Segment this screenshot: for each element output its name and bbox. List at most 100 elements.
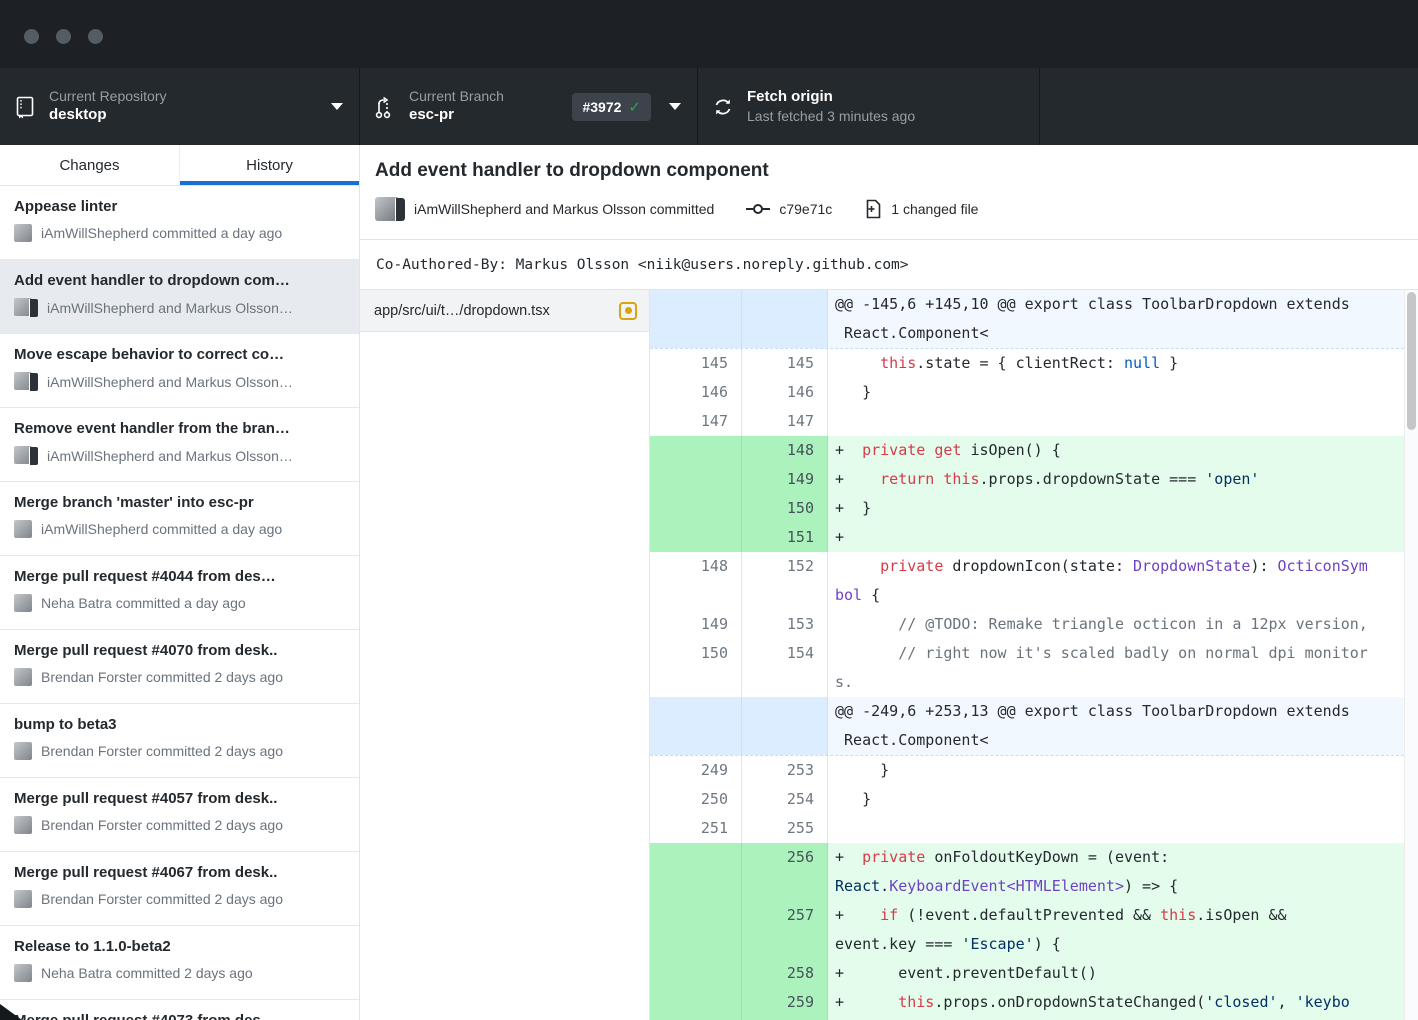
old-line-number (650, 290, 742, 348)
last-fetched-text: Last fetched 3 minutes ago (747, 108, 915, 126)
commit-list-item[interactable]: Merge branch 'master' into esc-priAmWill… (0, 482, 359, 556)
commit-list-item[interactable]: Move escape behavior to correct co…iAmWi… (0, 334, 359, 408)
tab-history[interactable]: History (180, 145, 359, 185)
tab-label: History (246, 157, 293, 174)
commit-item-meta: Brendan Forster committed 2 days ago (41, 891, 283, 907)
diff-added-line: 148+ private get isOpen() { (650, 436, 1404, 465)
diff-scrollbar-thumb[interactable] (1407, 292, 1416, 430)
diff-context-line: 251255 (650, 814, 1404, 843)
current-repository-name: desktop (49, 106, 167, 125)
current-repository-button[interactable]: Current Repository desktop (0, 68, 360, 145)
commit-item-meta: Neha Batra committed a day ago (41, 595, 246, 611)
diff-line-code: } (828, 378, 1404, 407)
diff-added-line: 259+ this.props.onDropdownStateChanged('… (650, 988, 1404, 1020)
diff-line-code: + event.preventDefault() (828, 959, 1404, 988)
old-line-number: 146 (650, 378, 742, 407)
fetch-origin-button[interactable]: Fetch origin Last fetched 3 minutes ago (698, 68, 1040, 145)
commit-author-avatar (14, 446, 38, 465)
old-line-number (650, 436, 742, 465)
diff-line-code: this.state = { clientRect: null } (828, 349, 1404, 378)
pull-request-status-badge[interactable]: #3972 ✓ (572, 93, 651, 121)
commit-summary-header: Add event handler to dropdown component … (360, 145, 1418, 240)
commit-list-item[interactable]: Appease linteriAmWillShepherd committed … (0, 186, 359, 260)
commit-message-body: Co-Authored-By: Markus Olsson <niik@user… (360, 240, 1418, 290)
commit-item-meta: Brendan Forster committed 2 days ago (41, 743, 283, 759)
traffic-lights (24, 29, 103, 44)
close-window-button[interactable] (24, 29, 39, 44)
commit-list-item[interactable]: Merge pull request #4070 from desk..Bren… (0, 630, 359, 704)
commit-item-title: Add event handler to dropdown com… (14, 272, 345, 289)
commit-author-avatar (14, 372, 38, 391)
new-line-number: 253 (742, 756, 828, 785)
diff-line-code (828, 407, 1404, 436)
new-line-number: 146 (742, 378, 828, 407)
diff-context-line: 147147 (650, 407, 1404, 436)
modified-file-status-icon (619, 302, 637, 320)
new-line-number: 256 (742, 843, 828, 901)
diff-hunk-header: @@ -249,6 +253,13 @@ export class Toolba… (650, 697, 1404, 756)
new-line-number: 255 (742, 814, 828, 843)
commit-list-item[interactable]: Merge pull request #4073 from des… (0, 1000, 359, 1020)
file-list-item[interactable]: app/src/ui/t…/dropdown.tsx (360, 290, 649, 332)
old-line-number (650, 523, 742, 552)
fetch-origin-label: Fetch origin (747, 88, 915, 107)
diff-line-code: + (828, 523, 1404, 552)
commit-author-avatar (14, 742, 32, 760)
commit-list-item[interactable]: bump to beta3 Brendan Forster committed 2… (0, 704, 359, 778)
commit-item-title: Merge pull request #4067 from desk.. (14, 864, 345, 881)
diff-added-line: 150+ } (650, 494, 1404, 523)
commit-item-title: bump to beta3 (14, 716, 345, 733)
commit-author-avatar (14, 298, 38, 317)
commit-list-item[interactable]: Release to 1.1.0-beta2Neha Batra committ… (0, 926, 359, 1000)
commit-item-title: Merge branch 'master' into esc-pr (14, 494, 345, 511)
old-line-number: 150 (650, 639, 742, 697)
commit-item-title: Merge pull request #4073 from des… (14, 1012, 345, 1020)
pr-number: #3972 (582, 99, 621, 115)
repo-book-icon (14, 95, 36, 119)
diff-scrollbar-track[interactable] (1404, 290, 1418, 1020)
commit-list-item[interactable]: Add event handler to dropdown com…iAmWil… (0, 260, 359, 334)
old-line-number: 147 (650, 407, 742, 436)
diff-added-line: 257+ if (!event.defaultPrevented && this… (650, 901, 1404, 959)
diff-hunk-header: @@ -145,6 +145,10 @@ export class Toolba… (650, 290, 1404, 349)
old-line-number: 250 (650, 785, 742, 814)
current-branch-button[interactable]: Current Branch esc-pr #3972 ✓ (360, 68, 698, 145)
commit-list-item[interactable]: Merge pull request #4057 from desk..Bren… (0, 778, 359, 852)
commit-list-item[interactable]: Merge pull request #4067 from desk.. Bren… (0, 852, 359, 926)
old-line-number (650, 843, 742, 901)
old-line-number: 149 (650, 610, 742, 639)
git-commit-icon (746, 201, 770, 217)
diff-added-line: 149+ return this.props.dropdownState ===… (650, 465, 1404, 494)
commit-author-avatar (14, 816, 32, 834)
commit-item-title: Merge pull request #4044 from des… (14, 568, 345, 585)
commit-author-avatar (14, 890, 32, 908)
current-branch-label: Current Branch (409, 88, 504, 106)
diff-line-code: private dropdownIcon(state: DropdownStat… (828, 552, 1404, 610)
commit-authors-text: iAmWillShepherd and Markus Olsson commit… (414, 201, 714, 217)
diff-line-code: + return this.props.dropdownState === 'o… (828, 465, 1404, 494)
commit-list-item[interactable]: Remove event handler from the bran…iAmWi… (0, 408, 359, 482)
diff-line-code: } (828, 785, 1404, 814)
commit-author-avatar (14, 594, 32, 612)
app-toolbar: Current Repository desktop Current Branc… (0, 68, 1418, 145)
commit-list-item[interactable]: Merge pull request #4044 from des… Neha B… (0, 556, 359, 630)
chevron-down-icon (331, 103, 343, 110)
commit-author-avatar (14, 964, 32, 982)
diff-added-line: 256+ private onFoldoutKeyDown = (event: … (650, 843, 1404, 901)
commit-item-title: Release to 1.1.0-beta2 (14, 938, 345, 955)
diff-rows: @@ -145,6 +145,10 @@ export class Toolba… (650, 290, 1404, 1020)
commit-author-avatar (14, 668, 32, 686)
ci-check-icon: ✓ (628, 98, 641, 116)
git-branch-icon (374, 95, 396, 119)
diff-context-line: 249253 } (650, 756, 1404, 785)
diff-context-line: 149153 // @TODO: Remake triangle octicon… (650, 610, 1404, 639)
zoom-window-button[interactable] (88, 29, 103, 44)
tab-changes[interactable]: Changes (0, 145, 180, 185)
diff-line-code: + this.props.onDropdownStateChanged('clo… (828, 988, 1404, 1020)
new-line-number (742, 697, 828, 755)
tab-label: Changes (59, 157, 119, 174)
minimize-window-button[interactable] (56, 29, 71, 44)
diff-line-code: } (828, 756, 1404, 785)
commit-item-meta: iAmWillShepherd and Markus Olsson… (47, 374, 293, 390)
commit-history-list: Appease linteriAmWillShepherd committed … (0, 186, 359, 1020)
